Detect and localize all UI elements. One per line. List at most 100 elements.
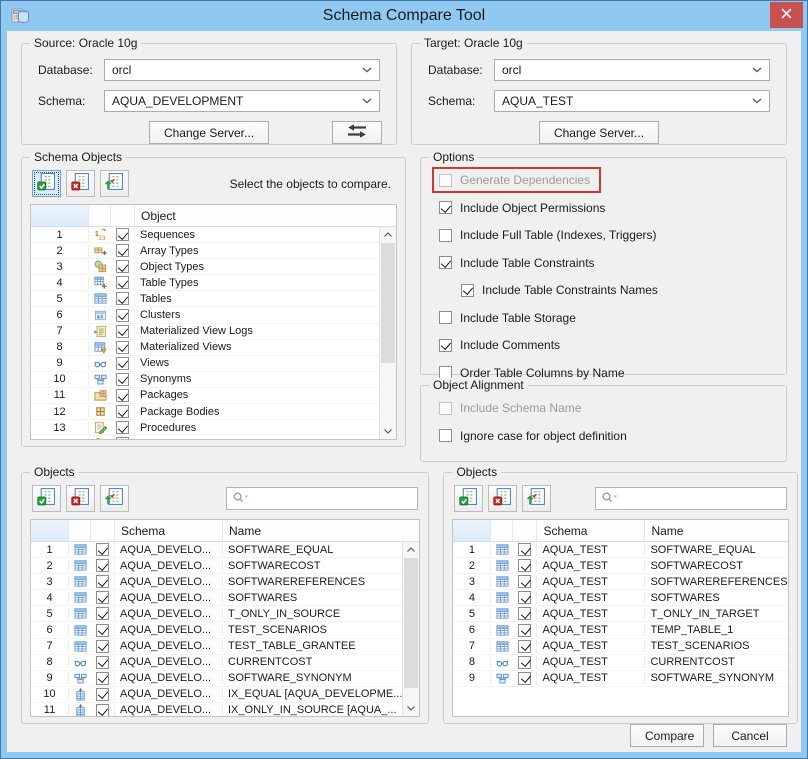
row-checkbox[interactable] xyxy=(116,388,129,402)
row-checkbox[interactable] xyxy=(96,655,109,669)
scroll-down-icon[interactable] xyxy=(380,424,396,439)
check-all-button[interactable] xyxy=(32,170,61,197)
uncheck-all-button[interactable] xyxy=(66,485,95,512)
object-row[interactable]: 6 AQUA_DEVELO... TEST_SCENARIOS xyxy=(31,622,403,639)
object-row[interactable]: 11 AQUA_DEVELO... IX_ONLY_IN_SOURCE [AQU… xyxy=(31,703,402,716)
object-row[interactable]: 4 AQUA_TEST SOFTWARES xyxy=(453,590,788,607)
schema-object-row[interactable]: 8 Materialized Views xyxy=(31,340,379,356)
row-checkbox[interactable] xyxy=(116,260,129,274)
row-checkbox[interactable] xyxy=(96,671,109,685)
option-checkbox[interactable] xyxy=(439,256,452,269)
schema-object-row[interactable]: 13 Procedures xyxy=(31,420,379,437)
target-database-select[interactable]: orcl xyxy=(494,59,770,81)
target-change-server-button[interactable]: Change Server... xyxy=(538,121,660,144)
object-row[interactable]: 9 AQUA_TEST SOFTWARE_SYNONYM xyxy=(453,671,788,687)
row-checkbox[interactable] xyxy=(96,575,109,589)
row-checkbox[interactable] xyxy=(116,340,129,354)
row-checkbox[interactable] xyxy=(116,405,129,419)
schema-object-row[interactable]: 11 Packages xyxy=(31,388,379,405)
row-checkbox[interactable] xyxy=(518,543,532,557)
header-checkbox-column[interactable] xyxy=(91,520,115,541)
alignment-option-checkbox[interactable] xyxy=(439,429,452,442)
invert-selection-button[interactable] xyxy=(100,170,129,197)
source-database-select[interactable]: orcl xyxy=(104,59,380,81)
header-object-column[interactable]: Object xyxy=(135,205,396,226)
schema-object-row[interactable]: 12 Package Bodies xyxy=(31,404,379,421)
row-checkbox[interactable] xyxy=(96,623,109,637)
row-checkbox[interactable] xyxy=(116,276,129,290)
object-row[interactable]: 4 AQUA_DEVELO... SOFTWARES xyxy=(31,590,403,607)
row-checkbox[interactable] xyxy=(518,623,532,637)
header-name-column[interactable]: Name xyxy=(223,520,419,541)
row-checkbox[interactable] xyxy=(518,559,532,573)
row-checkbox[interactable] xyxy=(518,607,532,621)
object-row[interactable]: 5 AQUA_TEST T_ONLY_IN_TARGET xyxy=(453,606,788,623)
object-row[interactable]: 1 AQUA_DEVELO... SOFTWARE_EQUAL xyxy=(31,542,403,559)
row-checkbox[interactable] xyxy=(116,372,129,386)
check-all-button[interactable] xyxy=(32,485,61,512)
source-objects-search-input[interactable] xyxy=(250,491,413,506)
object-row[interactable]: 5 AQUA_DEVELO... T_ONLY_IN_SOURCE xyxy=(31,606,403,623)
header-checkbox-column[interactable] xyxy=(513,520,538,541)
schema-object-row[interactable]: 3 Object Types xyxy=(31,259,379,276)
header-number-column[interactable] xyxy=(453,520,492,541)
schema-object-row[interactable]: 7 Materialized View Logs xyxy=(31,324,379,340)
schema-object-row[interactable]: 5 Tables xyxy=(31,291,379,308)
target-objects-search-input[interactable] xyxy=(618,491,781,506)
row-checkbox[interactable] xyxy=(116,356,129,370)
row-checkbox[interactable] xyxy=(96,543,109,557)
row-checkbox[interactable] xyxy=(116,421,129,435)
scrollbar-thumb[interactable] xyxy=(381,243,395,363)
alignment-option-checkbox[interactable] xyxy=(439,401,452,415)
invert-selection-button[interactable] xyxy=(100,485,129,512)
row-checkbox[interactable] xyxy=(116,244,129,258)
option-checkbox[interactable] xyxy=(439,338,452,352)
object-row[interactable]: 2 AQUA_TEST SOFTWARECOST xyxy=(453,558,788,575)
object-row[interactable]: 6 AQUA_TEST TEMP_TABLE_1 xyxy=(453,622,788,639)
title-bar[interactable]: Schema Compare Tool xyxy=(1,1,807,31)
schema-object-row[interactable]: 2 Array Types xyxy=(31,243,379,260)
uncheck-all-button[interactable] xyxy=(66,170,95,197)
cancel-button[interactable]: Cancel xyxy=(713,724,787,747)
header-schema-column[interactable]: Schema xyxy=(115,520,223,541)
row-checkbox[interactable] xyxy=(518,591,532,605)
row-checkbox[interactable] xyxy=(116,308,129,322)
check-all-button[interactable] xyxy=(454,485,484,512)
target-objects-search[interactable] xyxy=(594,487,787,510)
option-checkbox[interactable] xyxy=(461,283,474,297)
compare-button[interactable]: Compare xyxy=(630,724,704,747)
row-checkbox[interactable] xyxy=(96,703,109,716)
object-row[interactable]: 10 AQUA_DEVELO... IX_EQUAL [AQUA_DEVELOP… xyxy=(31,687,403,703)
vertical-scrollbar[interactable] xyxy=(379,227,396,439)
header-checkbox-column[interactable] xyxy=(111,205,135,226)
schema-object-row[interactable]: 14 f Functions xyxy=(31,436,379,439)
object-row[interactable]: 8 AQUA_TEST CURRENTCOST xyxy=(453,655,788,671)
header-schema-column[interactable]: Schema xyxy=(537,520,646,541)
schema-object-row[interactable]: 6 Clusters xyxy=(31,307,379,324)
row-checkbox[interactable] xyxy=(116,228,129,242)
row-checkbox[interactable] xyxy=(116,324,129,338)
scroll-up-icon[interactable] xyxy=(403,542,419,557)
schema-object-row[interactable]: 10 Synonyms xyxy=(31,372,379,388)
object-row[interactable]: 3 AQUA_DEVELO... SOFTWAREREFERENCES xyxy=(31,574,403,591)
object-row[interactable]: 7 AQUA_TEST TEST_SCENARIOS xyxy=(453,639,788,655)
row-checkbox[interactable] xyxy=(96,559,109,573)
header-icon-column[interactable] xyxy=(491,520,514,541)
swap-source-target-button[interactable] xyxy=(332,121,382,144)
header-icon-column[interactable] xyxy=(89,205,111,226)
scroll-down-icon[interactable] xyxy=(403,701,419,716)
source-schema-select[interactable]: AQUA_DEVELOPMENT xyxy=(104,90,380,112)
row-checkbox[interactable] xyxy=(96,591,109,605)
header-number-column[interactable] xyxy=(31,205,89,226)
invert-selection-button[interactable] xyxy=(522,485,552,512)
object-row[interactable]: 8 AQUA_DEVELO... CURRENTCOST xyxy=(31,655,403,671)
source-change-server-button[interactable]: Change Server... xyxy=(148,121,270,144)
option-checkbox[interactable] xyxy=(439,201,452,214)
row-checkbox[interactable] xyxy=(518,671,532,685)
option-checkbox[interactable] xyxy=(439,311,452,324)
row-checkbox[interactable] xyxy=(96,687,109,701)
row-checkbox[interactable] xyxy=(116,292,129,306)
object-row[interactable]: 1 AQUA_TEST SOFTWARE_EQUAL xyxy=(453,542,788,559)
row-checkbox[interactable] xyxy=(518,575,532,589)
object-row[interactable]: 2 AQUA_DEVELO... SOFTWARECOST xyxy=(31,558,403,575)
